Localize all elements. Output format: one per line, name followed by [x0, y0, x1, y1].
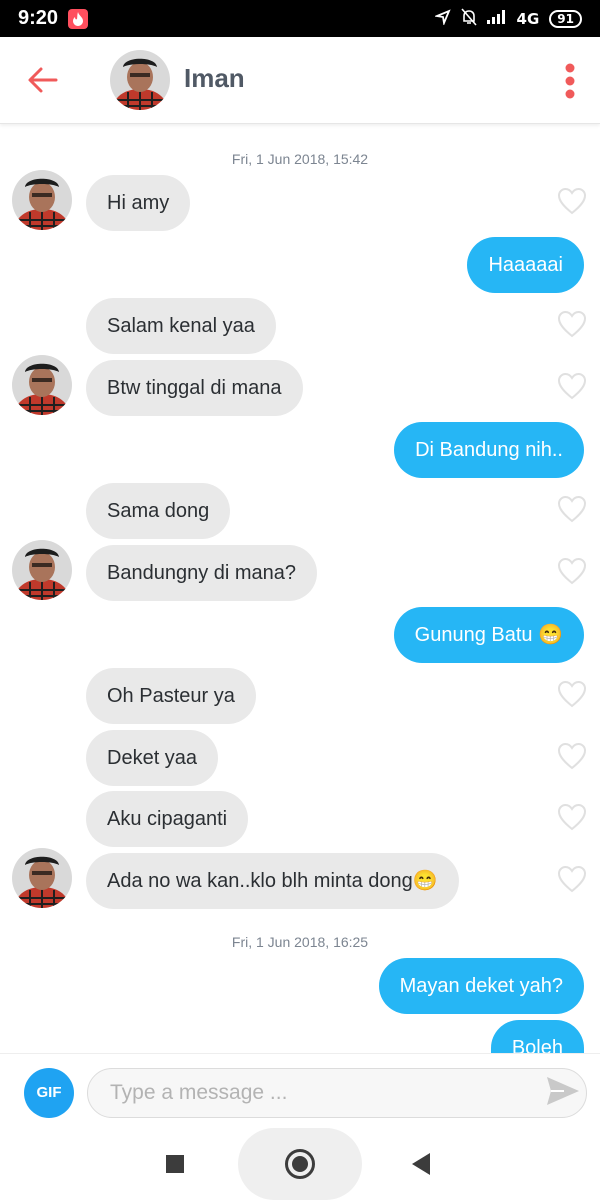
- heart-icon[interactable]: [557, 557, 587, 585]
- incoming-message[interactable]: Hi amy: [86, 175, 191, 231]
- sender-avatar[interactable]: [12, 540, 72, 600]
- incoming-message[interactable]: Bandungny di mana?: [86, 545, 318, 601]
- contact-avatar[interactable]: [110, 50, 170, 110]
- nav-home-dot: [292, 1156, 308, 1172]
- gif-button[interactable]: GIF: [24, 1068, 74, 1118]
- chat-header: Iman: [0, 37, 600, 124]
- incoming-message[interactable]: Salam kenal yaa: [86, 298, 276, 354]
- outgoing-message[interactable]: Mayan deket yah?: [378, 958, 584, 1014]
- timestamp: Fri, 1 Jun 2018, 15:42: [231, 151, 369, 167]
- signal-icon: [486, 9, 507, 28]
- message-composer: GIF Type a message ...: [0, 1053, 600, 1128]
- incoming-message[interactable]: Aku cipaganti: [86, 791, 249, 847]
- incoming-message[interactable]: Ada no wa kan..klo blh minta dong😁: [86, 853, 459, 909]
- status-time: 9:20: [18, 7, 59, 29]
- network-type: 4G: [516, 9, 540, 28]
- heart-icon[interactable]: [557, 865, 587, 893]
- sender-avatar[interactable]: [12, 848, 72, 908]
- status-bar: 9:20 4G 91: [0, 0, 600, 37]
- heart-icon[interactable]: [557, 187, 587, 215]
- mute-bell-icon: [460, 7, 477, 30]
- heart-icon[interactable]: [557, 495, 587, 523]
- battery-indicator: 91: [549, 9, 582, 28]
- outgoing-message[interactable]: Boleh: [490, 1020, 584, 1053]
- nav-recents-icon[interactable]: [166, 1155, 184, 1173]
- tinder-notification-icon: [68, 8, 89, 29]
- sender-avatar[interactable]: [12, 170, 72, 230]
- heart-icon[interactable]: [557, 310, 587, 338]
- incoming-message[interactable]: Deket yaa: [86, 730, 219, 786]
- sender-avatar[interactable]: [12, 355, 72, 415]
- nav-back-icon[interactable]: [412, 1153, 430, 1175]
- contact-name: Iman: [184, 63, 245, 93]
- heart-icon[interactable]: [557, 372, 587, 400]
- more-vertical-icon[interactable]: [562, 63, 578, 99]
- incoming-message[interactable]: Btw tinggal di mana: [86, 360, 303, 416]
- heart-icon[interactable]: [557, 680, 587, 708]
- outgoing-message[interactable]: Gunung Batu 😁: [393, 607, 584, 663]
- incoming-message[interactable]: Sama dong: [86, 483, 231, 539]
- timestamp: Fri, 1 Jun 2018, 16:25: [231, 934, 369, 950]
- send-icon[interactable]: [546, 1076, 580, 1106]
- heart-icon[interactable]: [557, 742, 587, 770]
- outgoing-message[interactable]: Haaaaai: [467, 237, 584, 293]
- outgoing-message[interactable]: Di Bandung nih..: [394, 422, 584, 478]
- incoming-message[interactable]: Oh Pasteur ya: [86, 668, 256, 724]
- message-input[interactable]: Type a message ...: [87, 1068, 587, 1118]
- heart-icon[interactable]: [557, 803, 587, 831]
- back-arrow-icon[interactable]: [26, 65, 60, 95]
- location-icon: [433, 8, 451, 29]
